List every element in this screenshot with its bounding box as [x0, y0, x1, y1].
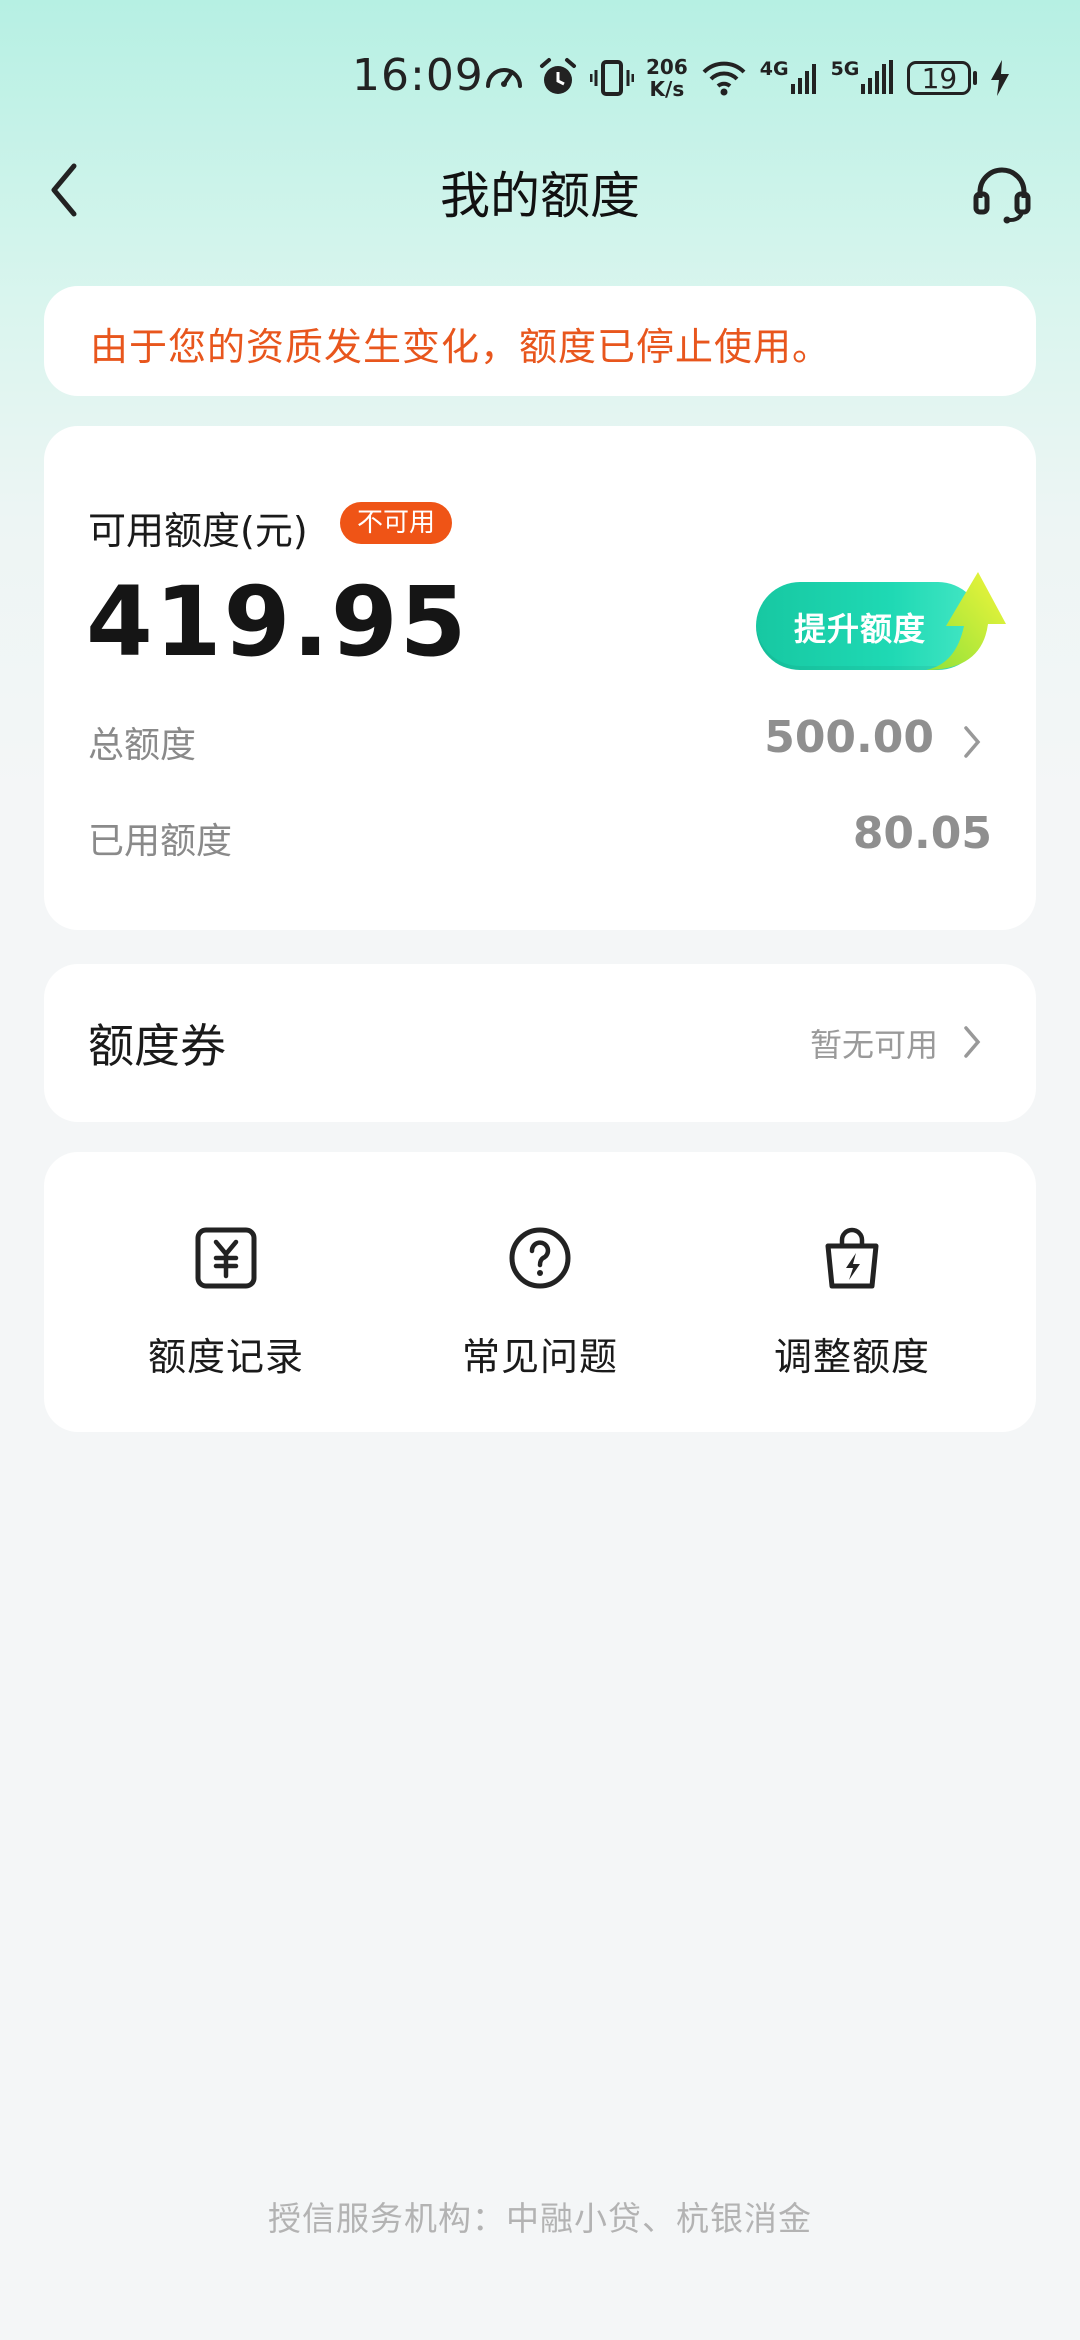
alarm-icon — [538, 56, 578, 100]
total-quota-value: 500.00 — [764, 712, 934, 763]
question-circle-icon — [509, 1227, 571, 1289]
shortcut-adjust-quota[interactable]: 调整额度 — [702, 1152, 1002, 1432]
yuan-receipt-icon — [195, 1227, 257, 1289]
shortcut-label: 调整额度 — [773, 1335, 930, 1379]
speedometer-icon — [482, 56, 526, 100]
customer-service-button[interactable] — [970, 162, 1034, 226]
status-icons: 206 K/s 4G 5G 19 — [482, 50, 1011, 106]
chevron-right-icon — [964, 1026, 981, 1058]
status-badge: 不可用 — [340, 502, 453, 544]
status-time: 16:09 — [352, 50, 484, 101]
wifi-icon — [700, 58, 748, 98]
net-speed: 206 K/s — [646, 55, 688, 101]
notice-banner: 由于您的资质发生变化，额度已停止使用。 — [44, 286, 1036, 396]
shortcut-label: 额度记录 — [147, 1335, 304, 1379]
total-quota-row[interactable]: 总额度 500.00 — [44, 712, 1036, 786]
battery-icon: 19 — [907, 61, 978, 95]
quota-coupon-row[interactable]: 额度券 暂无可用 — [44, 964, 1036, 1122]
total-quota-label: 总额度 — [88, 725, 197, 766]
notice-text: 由于您的资质发生变化，额度已停止使用。 — [90, 325, 832, 369]
vibrate-icon — [590, 56, 634, 100]
coupon-status: 暂无可用 — [810, 1026, 939, 1064]
coupon-title: 额度券 — [88, 1019, 226, 1073]
footer-lenders: 授信服务机构：中融小贷、杭银消金 — [268, 2199, 812, 2238]
headset-icon — [973, 167, 1031, 224]
chevron-right-icon — [964, 726, 981, 758]
charging-icon — [989, 58, 1011, 98]
available-amount: 419.95 — [86, 566, 469, 678]
shortcut-faq[interactable]: 常见问题 — [390, 1152, 690, 1432]
status-bar: 16:09 206 K/s 4G 5G 19 — [0, 0, 1080, 150]
bolt-bag-icon — [825, 1227, 879, 1289]
signal-5g-icon: 5G — [831, 60, 896, 96]
nav-bar: 我的额度 — [0, 150, 1080, 280]
shortcut-quota-records[interactable]: 额度记录 — [76, 1152, 376, 1432]
signal-4g-icon: 4G — [760, 60, 819, 96]
shortcut-label: 常见问题 — [461, 1335, 618, 1379]
used-quota-value: 80.05 — [852, 808, 992, 859]
used-quota-label: 已用额度 — [88, 821, 233, 862]
page-title: 我的额度 — [440, 167, 640, 225]
quota-card: 可用额度(元) 不可用 419.95 提升额度 总额度 500.00 已用额度 … — [44, 426, 1036, 930]
up-arrow-icon — [926, 572, 1006, 670]
shortcut-grid: 额度记录 常见问题 调整额度 — [44, 1152, 1036, 1432]
available-quota-label: 可用额度(元) — [88, 509, 308, 553]
raise-quota-button[interactable]: 提升额度 — [756, 566, 1006, 676]
